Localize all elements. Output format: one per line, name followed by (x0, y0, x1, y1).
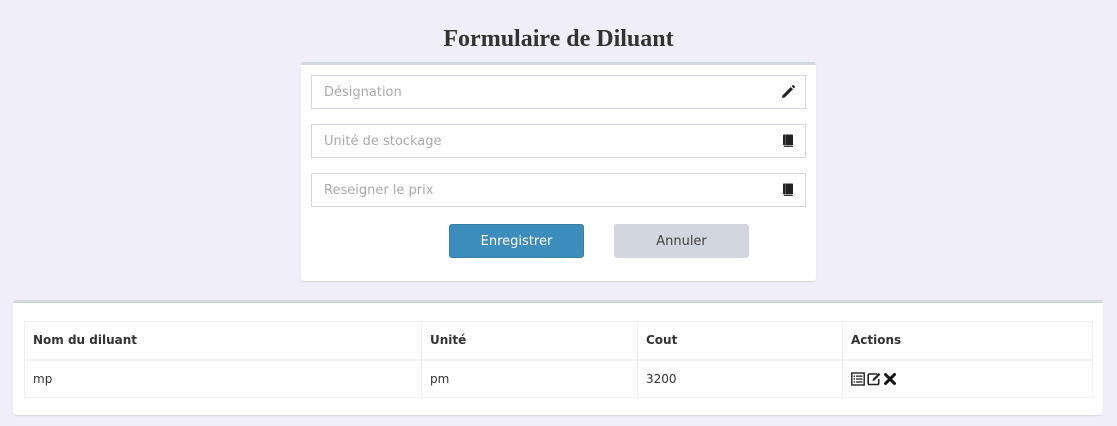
price-input[interactable] (312, 174, 772, 206)
cell-unite: pm (421, 359, 638, 398)
book-icon (783, 183, 793, 197)
header-actions: Actions (842, 321, 1093, 361)
designation-input[interactable] (312, 76, 772, 108)
header-cout: Cout (637, 321, 843, 361)
save-button[interactable]: Enregistrer (449, 224, 584, 258)
cancel-button[interactable]: Annuler (614, 224, 749, 258)
designation-field[interactable] (311, 75, 806, 109)
cell-nom: mp (24, 359, 422, 398)
table-header-row: Nom du diluant Unité Cout Actions (24, 321, 1093, 361)
page-title: Formulaire de Diluant (443, 26, 674, 52)
storage-unit-field[interactable] (311, 124, 806, 158)
row-actions (851, 372, 1084, 386)
book-icon (783, 134, 793, 148)
cell-actions (842, 359, 1093, 398)
header-nom: Nom du diluant (24, 321, 422, 361)
list-icon[interactable] (851, 372, 865, 386)
pencil-icon (782, 84, 796, 98)
storage-unit-input[interactable] (312, 125, 772, 157)
header-unite: Unité (421, 321, 638, 361)
edit-icon[interactable] (867, 372, 881, 386)
cell-cout: 3200 (637, 359, 843, 398)
diluant-form: Enregistrer Annuler (301, 62, 816, 281)
diluant-table-box: Nom du diluant Unité Cout Actions mp pm … (13, 300, 1103, 415)
delete-icon[interactable] (883, 372, 897, 386)
table-row: mp pm 3200 (24, 359, 1093, 398)
diluant-table: Nom du diluant Unité Cout Actions mp pm … (24, 321, 1093, 398)
price-field[interactable] (311, 173, 806, 207)
